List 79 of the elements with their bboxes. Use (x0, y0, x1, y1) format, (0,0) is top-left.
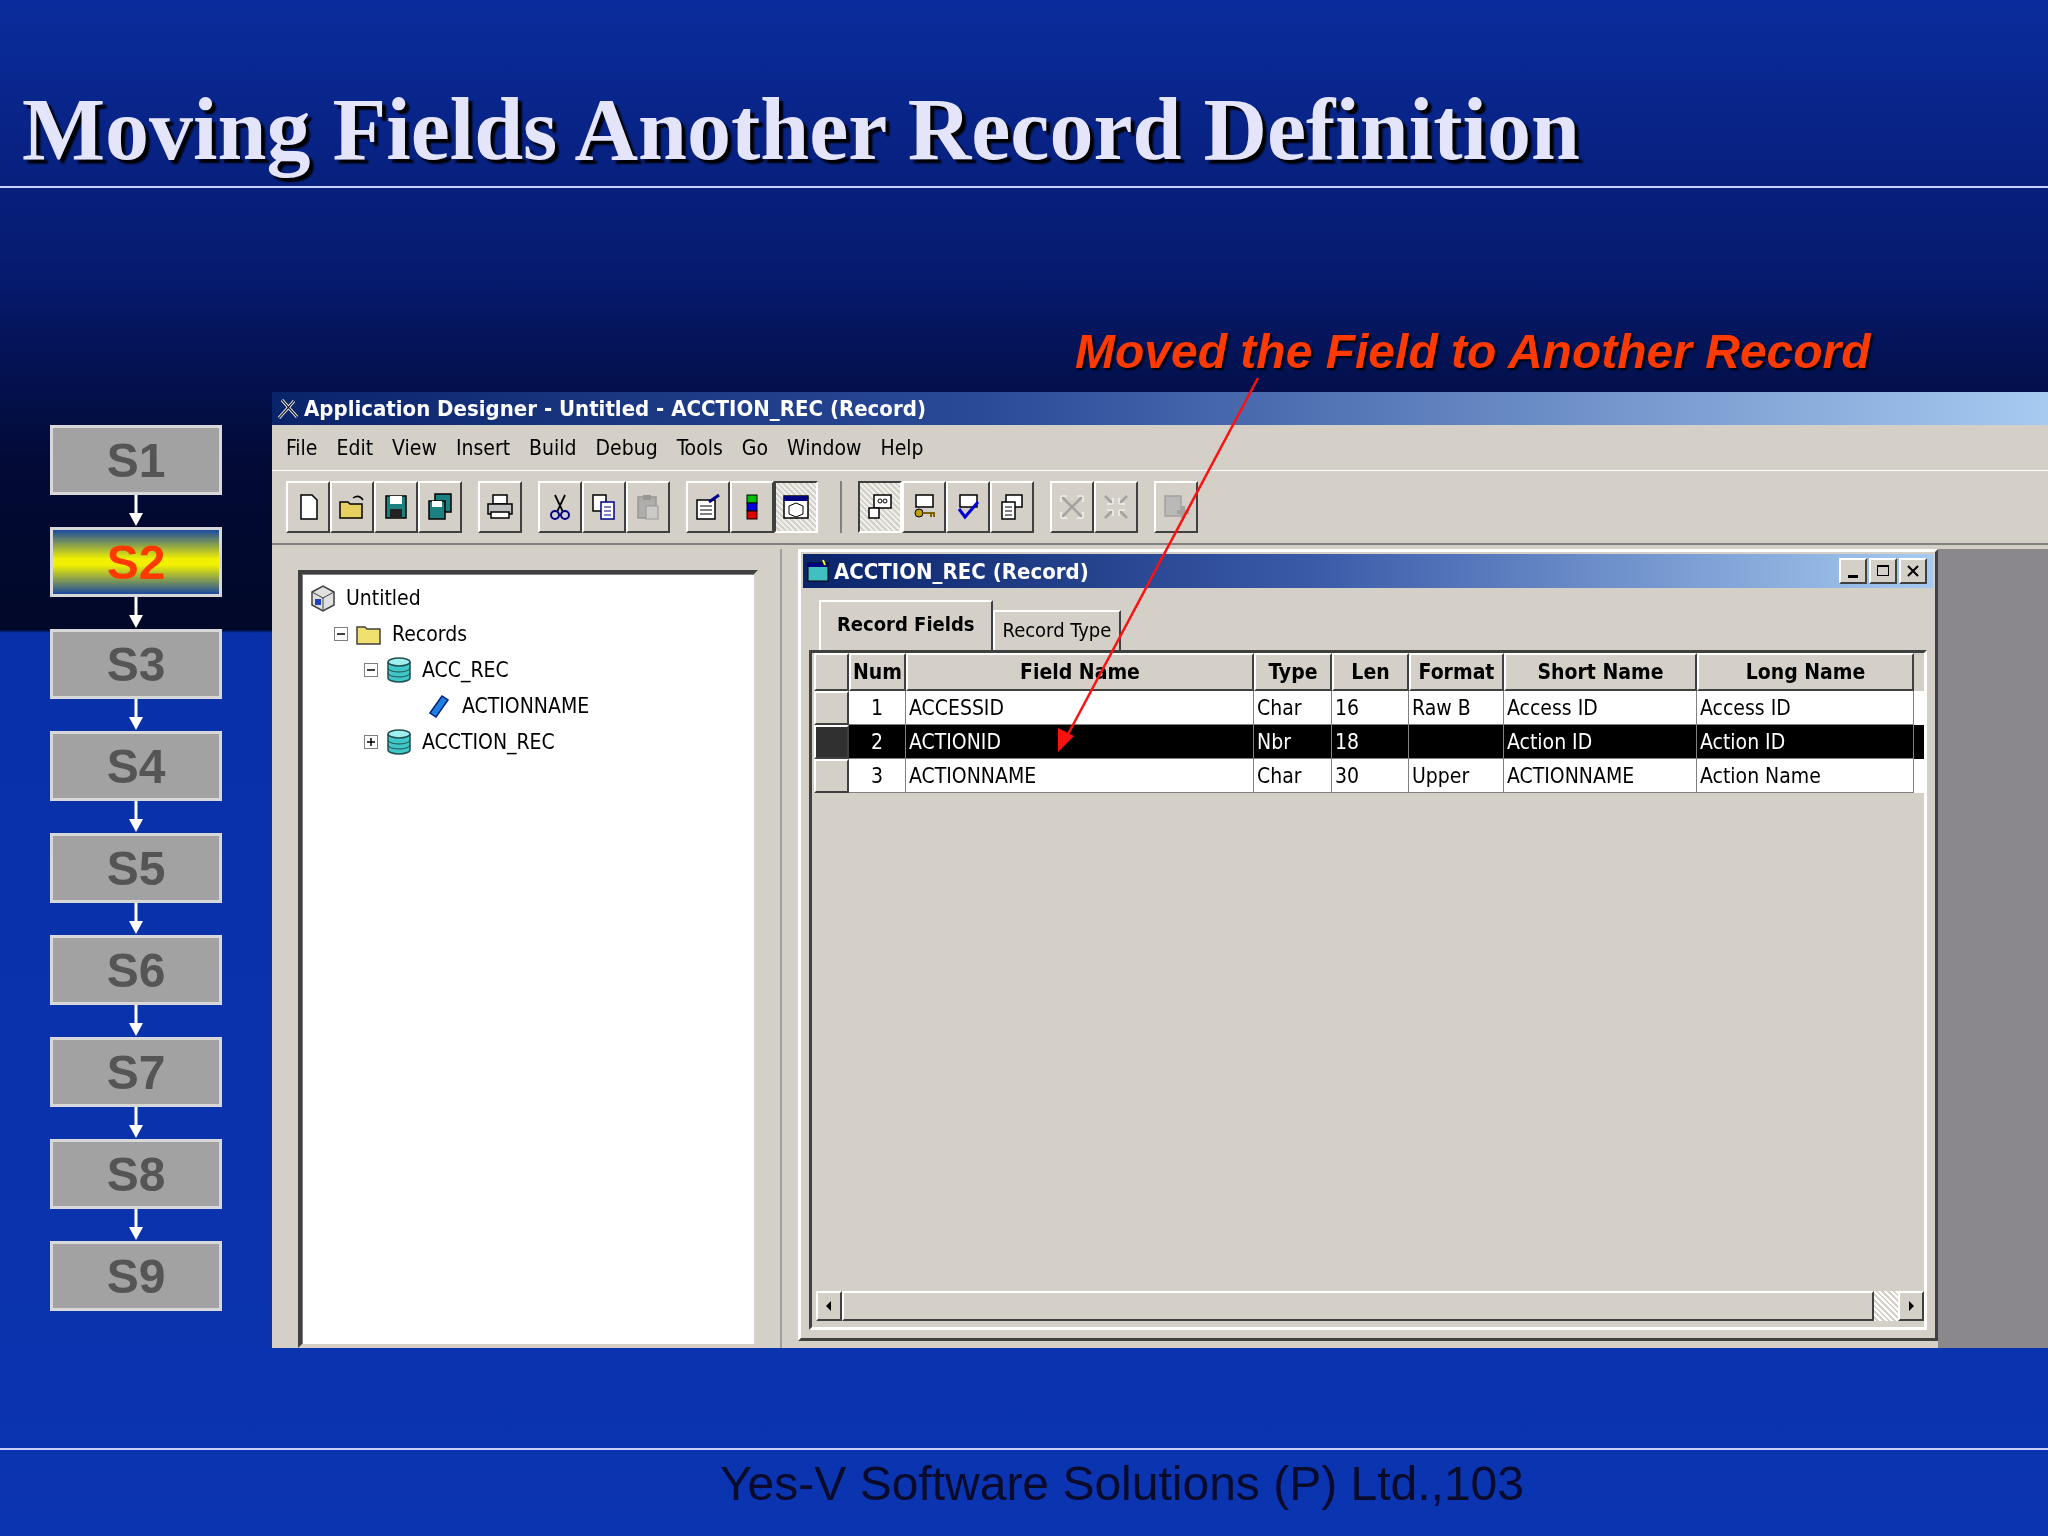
menu-item[interactable]: Go (733, 433, 780, 462)
expander-icon[interactable] (364, 735, 380, 749)
column-header[interactable]: Long Name (1697, 653, 1914, 691)
table-row[interactable]: 2 ACTIONID Nbr 18 Action ID Action ID (814, 725, 1924, 759)
menu-item[interactable]: View (384, 433, 448, 462)
minimize-button[interactable] (1839, 558, 1867, 584)
step-box: S1 (50, 425, 222, 495)
connector-arrow (126, 597, 146, 629)
connector-arrow (126, 1209, 146, 1241)
floppy-disks-icon (425, 492, 455, 522)
connector-arrow (126, 699, 146, 731)
scroll-track[interactable] (1874, 1291, 1898, 1321)
database-icon (384, 727, 414, 757)
printer-icon (485, 492, 515, 522)
column-header[interactable]: Format (1409, 653, 1504, 691)
database-icon (384, 655, 414, 685)
connector-arrow (126, 1107, 146, 1139)
connector-arrow (126, 903, 146, 935)
menu-item[interactable]: Build (521, 433, 588, 462)
step-box: S5 (50, 833, 222, 903)
expander-icon[interactable] (364, 663, 380, 677)
menu-item[interactable]: Help (872, 433, 935, 462)
row-header[interactable] (814, 691, 849, 725)
step-box: S2 (50, 527, 222, 597)
card-icon (865, 492, 895, 522)
step-box: S6 (50, 935, 222, 1005)
step-box: S8 (50, 1139, 222, 1209)
connector-arrow (126, 801, 146, 833)
column-header[interactable]: Num (849, 653, 906, 691)
connector-arrow (126, 495, 146, 527)
column-header[interactable]: Short Name (1504, 653, 1697, 691)
step-box: S7 (50, 1037, 222, 1107)
window-icon (781, 492, 811, 522)
tools-icon (276, 396, 300, 421)
cube-icon (308, 583, 338, 613)
annotation-text: Moved the Field to Another Record (1075, 324, 1871, 379)
tree-item[interactable]: Untitled (342, 586, 421, 610)
footer-text: Yes-V Software Solutions (P) Ltd.,103 (720, 1457, 1524, 1510)
step-box: S4 (50, 731, 222, 801)
table-cell: 30 (1332, 759, 1409, 793)
column-header[interactable]: Len (1332, 653, 1409, 691)
minimize-icon (1848, 574, 1858, 578)
table-cell: Upper (1409, 759, 1504, 793)
column-header[interactable]: Type (1254, 653, 1332, 691)
tree-item[interactable]: ACCTION_REC (418, 730, 555, 754)
maximize-icon (1876, 564, 1890, 578)
expander-icon[interactable] (334, 627, 350, 641)
menu-item[interactable]: File (278, 433, 329, 462)
step-box: S3 (50, 629, 222, 699)
table-row[interactable]: 3 ACTIONNAME Char 30 Upper ACTIONNAME Action Name (814, 759, 1924, 793)
toolbar-button[interactable] (858, 481, 902, 533)
tab[interactable]: Record Fields (819, 600, 993, 650)
table-cell: ACTIONNAME (1504, 759, 1697, 793)
menu-item[interactable]: Window (779, 433, 873, 462)
table-row[interactable]: 1 ACCESSID Char 16 Raw B Access ID Access ID (814, 691, 1924, 725)
tab[interactable]: Record Type (992, 610, 1122, 650)
table-cell: ACTIONNAME (906, 759, 1254, 793)
maximize-button[interactable] (1869, 558, 1897, 584)
table-cell: Char (1254, 759, 1332, 793)
row-header[interactable] (814, 759, 849, 793)
tree-item[interactable]: ACTIONNAME (458, 694, 590, 718)
table-cell: Action Name (1697, 759, 1914, 793)
close-button[interactable] (1899, 558, 1927, 584)
table-cell: 3 (849, 759, 906, 793)
tree-item[interactable]: ACC_REC (418, 658, 509, 682)
menu-item[interactable]: Debug (587, 433, 669, 462)
menu-item[interactable]: Insert (447, 433, 522, 462)
window-title: ACCTION_REC (Record) (834, 558, 1090, 584)
menu-item[interactable]: Edit (328, 433, 385, 462)
connector-arrow (126, 1005, 146, 1037)
step-box: S9 (50, 1241, 222, 1311)
window-title: Application Designer - Untitled - ACCTION_REC (Record) (304, 396, 926, 421)
menu-item[interactable]: Tools (668, 433, 734, 462)
row-header[interactable] (814, 725, 849, 759)
record-window-icon (806, 559, 830, 583)
expand-icon (1057, 492, 1087, 522)
close-icon (1906, 564, 1920, 578)
tree-item[interactable]: Records (388, 622, 467, 646)
toolbar-button[interactable] (774, 481, 818, 533)
